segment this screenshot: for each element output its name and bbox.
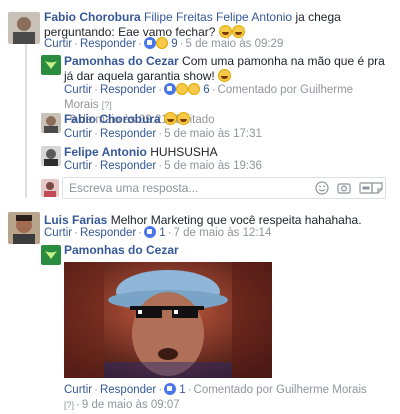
like-link[interactable]: Curtir	[64, 128, 92, 140]
author-link[interactable]: Fabio Chorobura	[64, 112, 161, 126]
wow-reaction-icon	[188, 83, 201, 95]
reaction-count[interactable]: 9	[171, 38, 177, 50]
emoji-picker-icon[interactable]	[315, 181, 329, 195]
reply-actions: Curtir · Responder · 1 · Comentado por Guilhe…	[64, 383, 367, 411]
reply-link[interactable]: Responder	[100, 160, 156, 172]
reply-actions: Curtir · Responder · 5 de maio às 17:31	[64, 128, 262, 140]
reply-input-box	[62, 177, 386, 199]
avatar-pamonhas[interactable]	[41, 55, 61, 75]
reply-felipe: Felipe Antonio HUHSUSHA	[64, 145, 390, 160]
reply-pamonhas-gif: Pamonhas do Cezar	[64, 243, 390, 258]
comment-actions: Curtir · Responder · 1 · 7 de maio às 12:14	[44, 226, 272, 239]
like-reaction-icon	[144, 226, 157, 238]
author-link[interactable]: Pamonhas do Cezar	[64, 243, 179, 257]
avatar-current-user	[41, 179, 59, 197]
comment-fabio: Fabio Chorobura Filipe Freitas Felipe An…	[44, 10, 394, 40]
reply-actions: Curtir · Responder · 5 de maio às 19:36	[64, 160, 262, 172]
mention-link[interactable]: Filipe Freitas	[144, 10, 213, 24]
like-link[interactable]: Curtir	[64, 384, 92, 396]
author-link[interactable]: Pamonhas do Cezar	[64, 54, 179, 68]
help-link[interactable]: [?]	[102, 100, 112, 110]
haha-reaction-icon	[156, 37, 169, 49]
timestamp[interactable]: 7 de maio às 12:14	[174, 227, 272, 239]
like-link[interactable]: Curtir	[64, 160, 92, 172]
commented-by: Comentado por Guilherme Morais	[193, 384, 367, 396]
avatar-pamonhas[interactable]	[41, 245, 61, 265]
pamonha-logo-icon	[45, 61, 57, 69]
timestamp[interactable]: 9 de maio às 09:07	[82, 399, 180, 411]
timestamp[interactable]: 5 de maio às 17:31	[164, 128, 262, 140]
avatar-fabio[interactable]	[8, 12, 40, 44]
reply-link[interactable]: Responder	[100, 384, 156, 396]
reply-link[interactable]: Responder	[80, 227, 136, 239]
reply-gif-image[interactable]	[64, 262, 272, 378]
sticker-icon[interactable]	[370, 181, 384, 195]
pamonha-logo-icon	[45, 251, 57, 259]
reply-input[interactable]	[63, 178, 263, 198]
comment-text: HUHSUSHA	[150, 145, 218, 159]
like-reaction-icon	[144, 37, 157, 49]
avatar-fabio-small[interactable]	[41, 113, 61, 133]
reply-link[interactable]: Responder	[100, 128, 156, 140]
reply-fabio: Fabio Chorobura	[64, 112, 390, 127]
reaction-count[interactable]: 1	[179, 384, 185, 396]
comment-actions: Curtir · Responder · 9 · 5 de maio às 09:29	[44, 37, 284, 50]
mention-link[interactable]: Felipe Antonio	[216, 10, 292, 24]
help-link[interactable]: [?]	[64, 400, 74, 410]
laughing-emoji-icon	[164, 112, 178, 125]
reaction-count[interactable]: 6	[203, 84, 209, 96]
avatar-felipe[interactable]	[41, 146, 61, 166]
camera-icon[interactable]	[337, 181, 351, 195]
author-link[interactable]: Fabio Chorobura	[44, 10, 141, 24]
like-link[interactable]: Curtir	[64, 84, 92, 96]
reply-link[interactable]: Responder	[80, 38, 136, 50]
reply-pamonhas: Pamonhas do Cezar Com uma pamonha na mão…	[64, 54, 390, 84]
smile-emoji-icon	[218, 69, 232, 82]
avatar-luis[interactable]	[8, 212, 40, 244]
timestamp[interactable]: 5 de maio às 19:36	[164, 160, 262, 172]
author-link[interactable]: Felipe Antonio	[64, 145, 147, 159]
like-reaction-icon	[164, 383, 177, 395]
reaction-count[interactable]: 1	[159, 227, 165, 239]
timestamp[interactable]: 5 de maio às 09:29	[186, 38, 284, 50]
reply-link[interactable]: Responder	[100, 84, 156, 96]
like-link[interactable]: Curtir	[44, 38, 72, 50]
comment-text: Melhor Marketing que você respeita hahah…	[110, 213, 362, 227]
laughing-emoji-icon	[177, 112, 191, 125]
like-link[interactable]: Curtir	[44, 227, 72, 239]
thread-connector	[25, 33, 27, 198]
haha-reaction-icon	[176, 83, 189, 95]
author-link[interactable]: Luis Farias	[44, 213, 107, 227]
like-reaction-icon	[164, 83, 177, 95]
